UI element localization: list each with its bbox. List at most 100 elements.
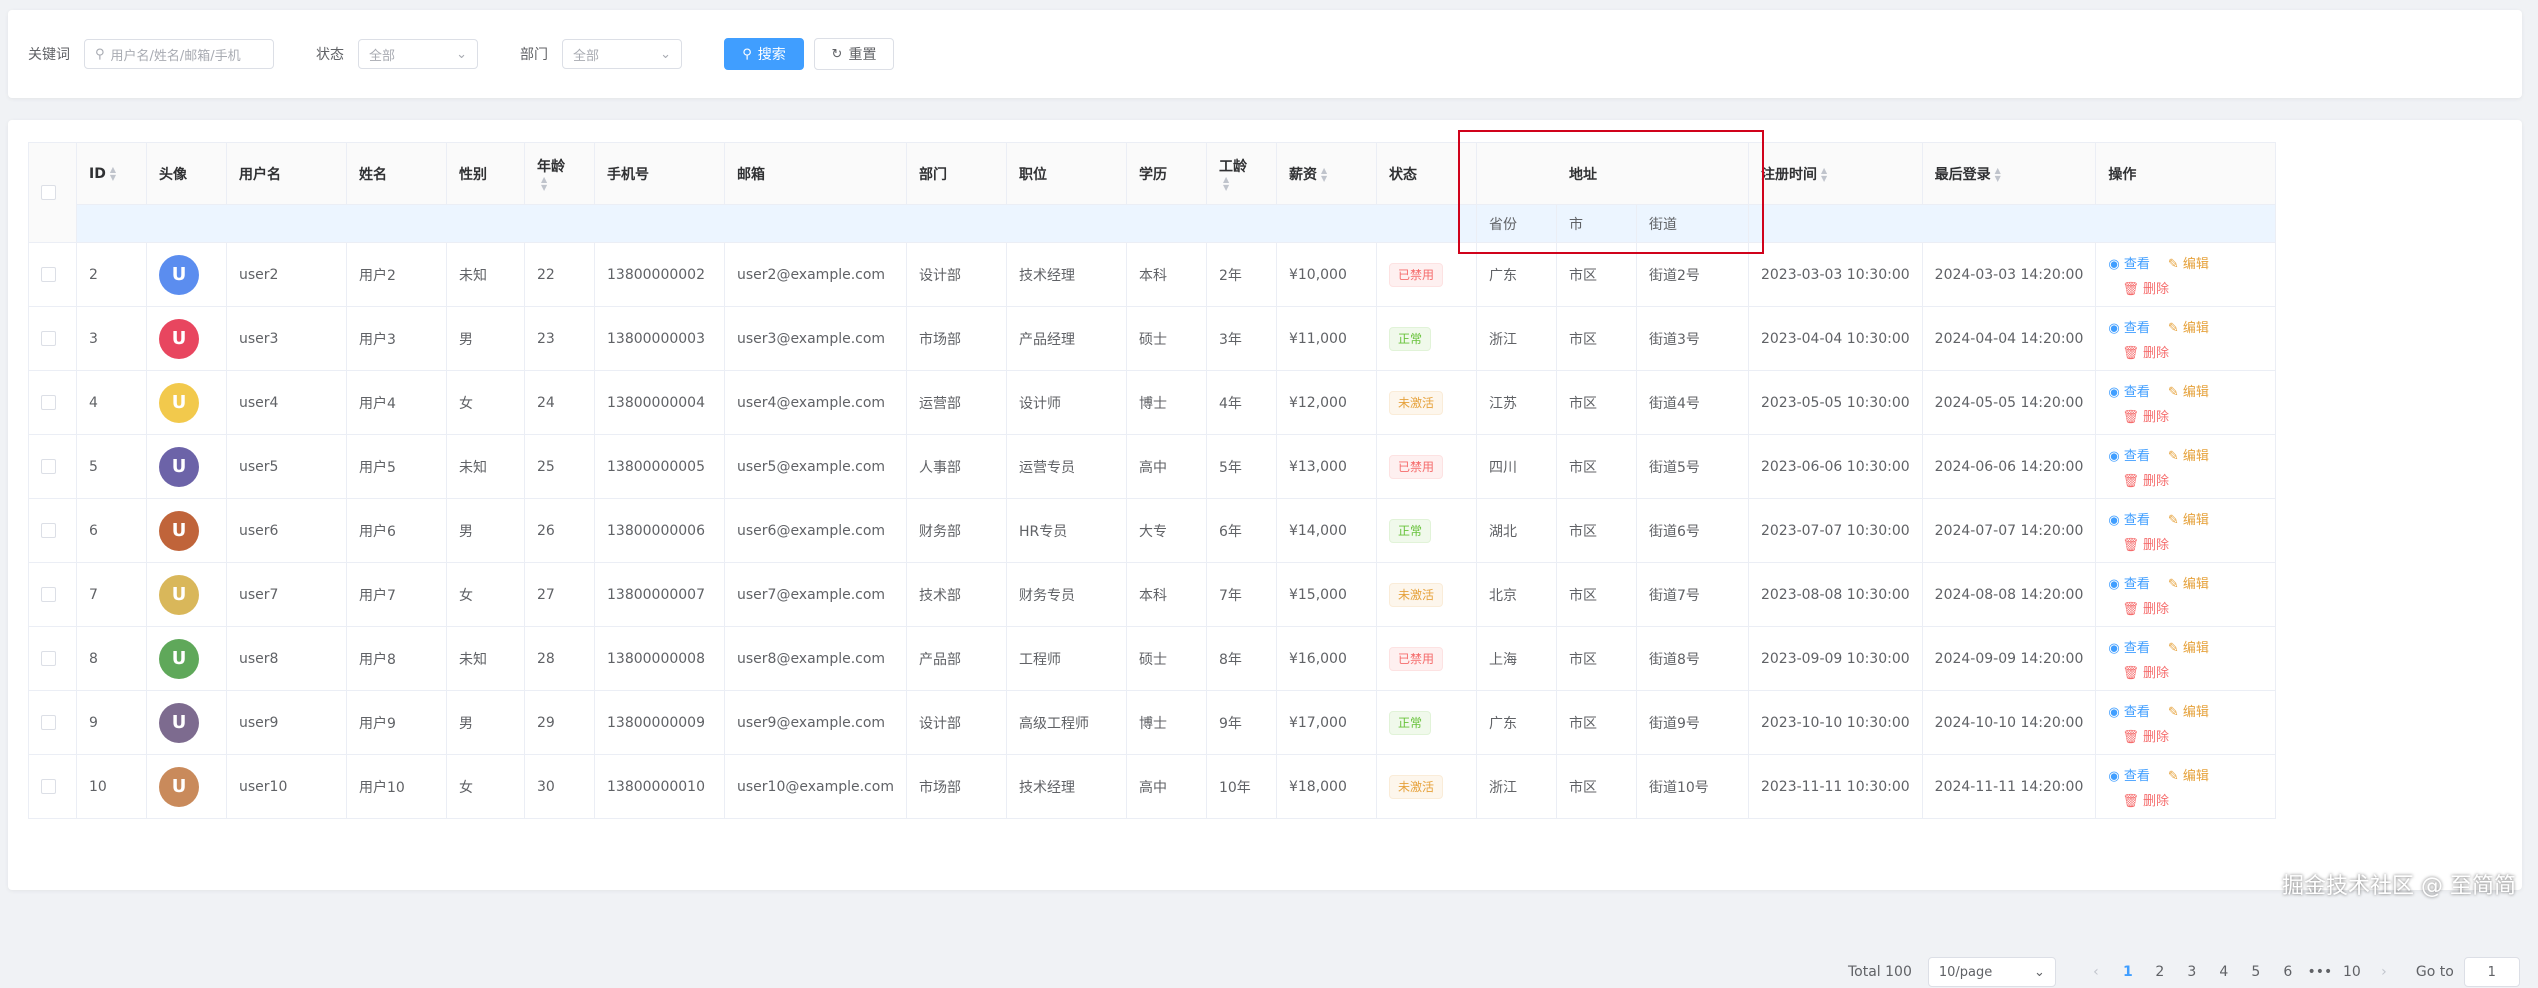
delete-button[interactable]: 🗑 删除 — [2122, 342, 2263, 361]
edit-icon: ✎ — [2167, 320, 2183, 336]
table-row: 8 Uuser8 用户8 未知 28 13800000008 user8@example.c… — [28, 626, 2277, 691]
cell-province: 四川 — [1475, 434, 1557, 499]
th-last-login[interactable]: 最后登录 ▲ ▼ — [1921, 142, 2097, 205]
cell-street: 街道3号 — [1635, 306, 1749, 371]
th-salary[interactable]: 薪资 ▲ ▼ — [1275, 142, 1377, 205]
page-item[interactable]: 5 — [2240, 964, 2272, 980]
avatar: U — [159, 446, 199, 487]
cell-edu: 本科 — [1125, 242, 1207, 307]
sort-icon[interactable]: ▲ ▼ — [1223, 175, 1229, 192]
th-work-years[interactable]: 工龄 ▲ ▼ — [1205, 142, 1277, 205]
edit-button[interactable]: ✎ 编辑 — [2168, 253, 2209, 272]
cell-salary: ¥15,000 — [1275, 562, 1377, 627]
row-checkbox[interactable] — [41, 779, 56, 794]
reset-button[interactable]: ↻ 重置 — [814, 38, 894, 70]
keyword-placeholder: 用户名/姓名/邮箱/手机 — [110, 48, 241, 64]
table-row: 3 Uuser3 用户3 男 23 13800000003 user3@example.co… — [28, 306, 2277, 371]
page-item[interactable]: 2 — [2144, 964, 2176, 980]
edit-button[interactable]: ✎ 编辑 — [2168, 765, 2209, 784]
th-gender: 性别 — [446, 142, 525, 205]
page-item[interactable]: 4 — [2208, 964, 2240, 980]
edit-button[interactable]: ✎ 编辑 — [2168, 381, 2209, 400]
delete-button[interactable]: 🗑 删除 — [2122, 790, 2263, 809]
edit-label: 编辑 — [2182, 384, 2209, 400]
keyword-input[interactable]: ⚲ 用户名/姓名/邮箱/手机 — [84, 39, 274, 69]
view-button[interactable]: ◉ 查看 — [2108, 701, 2150, 720]
row-checkbox[interactable] — [41, 395, 56, 410]
delete-button[interactable]: 🗑 删除 — [2122, 662, 2263, 681]
delete-button[interactable]: 🗑 删除 — [2122, 470, 2263, 489]
cell-actions: ◉ 查看 ✎ 编辑 🗑 删除 — [2095, 306, 2277, 371]
delete-label: 删除 — [2143, 281, 2170, 297]
sort-icon[interactable]: ▲ ▼ — [1321, 166, 1327, 183]
search-icon: ⚲ — [95, 46, 105, 62]
sort-icon[interactable]: ▲ ▼ — [110, 165, 116, 182]
view-button[interactable]: ◉ 查看 — [2108, 509, 2150, 528]
select-all-checkbox[interactable] — [41, 185, 56, 200]
delete-button[interactable]: 🗑 删除 — [2122, 726, 2263, 745]
view-button[interactable]: ◉ 查看 — [2108, 253, 2150, 272]
cell-username: user9 — [226, 690, 347, 755]
th-age[interactable]: 年龄 ▲ ▼ — [524, 142, 595, 205]
watermark: 掘金技术社区 @ 至简简 — [2282, 874, 2516, 899]
view-button[interactable]: ◉ 查看 — [2108, 317, 2150, 336]
row-checkbox[interactable] — [41, 651, 56, 666]
status-select[interactable]: 全部 ⌄ — [358, 39, 478, 69]
cell-salary: ¥12,000 — [1275, 370, 1377, 435]
row-checkbox[interactable] — [41, 587, 56, 602]
edit-button[interactable]: ✎ 编辑 — [2168, 509, 2209, 528]
edit-icon: ✎ — [2167, 448, 2183, 464]
delete-button[interactable]: 🗑 删除 — [2122, 598, 2263, 617]
row-checkbox[interactable] — [41, 267, 56, 282]
goto-input[interactable]: 1 — [2463, 957, 2520, 987]
th-register-time[interactable]: 注册时间 ▲ ▼ — [1747, 142, 1923, 205]
view-button[interactable]: ◉ 查看 — [2108, 765, 2150, 784]
delete-button[interactable]: 🗑 删除 — [2122, 278, 2263, 297]
edit-button[interactable]: ✎ 编辑 — [2168, 573, 2209, 592]
view-label: 查看 — [2123, 384, 2150, 400]
row-checkbox[interactable] — [41, 331, 56, 346]
search-button[interactable]: ⚲ 搜索 — [724, 38, 804, 70]
page-item[interactable]: 3 — [2176, 964, 2208, 980]
sort-icon[interactable]: ▲ ▼ — [1995, 166, 2001, 183]
edit-button[interactable]: ✎ 编辑 — [2168, 445, 2209, 464]
row-checkbox[interactable] — [41, 715, 56, 730]
cell-email: user9@example.com — [724, 690, 907, 755]
delete-button[interactable]: 🗑 删除 — [2122, 534, 2263, 553]
prev-page-icon[interactable]: ‹ — [2080, 964, 2112, 980]
view-button[interactable]: ◉ 查看 — [2108, 637, 2150, 656]
next-page-icon[interactable]: › — [2368, 964, 2400, 980]
page-last[interactable]: 10 — [2336, 964, 2368, 980]
view-button[interactable]: ◉ 查看 — [2108, 381, 2150, 400]
cell-gender: 女 — [446, 370, 525, 435]
edit-button[interactable]: ✎ 编辑 — [2168, 701, 2209, 720]
row-checkbox[interactable] — [41, 459, 56, 474]
view-button[interactable]: ◉ 查看 — [2108, 445, 2150, 464]
page-item[interactable]: 6 — [2272, 964, 2304, 980]
th-id[interactable]: ID ▲ ▼ — [76, 142, 147, 205]
cell-register-time: 2023-05-05 10:30:00 — [1747, 370, 1923, 435]
cell-username: user6 — [226, 498, 347, 563]
page-size-select[interactable]: 10/page ⌄ — [1927, 957, 2056, 987]
delete-button[interactable]: 🗑 删除 — [2122, 406, 2263, 425]
sort-icon[interactable]: ▲ ▼ — [1821, 166, 1827, 183]
edit-button[interactable]: ✎ 编辑 — [2168, 317, 2209, 336]
cell-street: 街道5号 — [1635, 434, 1749, 499]
row-checkbox[interactable] — [41, 523, 56, 538]
pagination-ellipsis[interactable]: ••• — [2304, 964, 2336, 980]
th-address: 地址 — [1475, 142, 1749, 205]
cell-actions: ◉ 查看 ✎ 编辑 🗑 删除 — [2095, 370, 2277, 435]
cell-province: 上海 — [1475, 626, 1557, 691]
page-item[interactable]: 1 — [2112, 964, 2144, 980]
view-button[interactable]: ◉ 查看 — [2108, 573, 2150, 592]
cell-dept: 人事部 — [905, 434, 1007, 499]
cell-status: 未激活 — [1375, 370, 1477, 435]
cell-position: 技术经理 — [1005, 242, 1127, 307]
avatar: U — [159, 382, 199, 423]
cell-age: 27 — [524, 562, 595, 627]
cell-name: 用户2 — [346, 242, 447, 307]
dept-select[interactable]: 全部 ⌄ — [562, 39, 682, 69]
edit-button[interactable]: ✎ 编辑 — [2168, 637, 2209, 656]
cell-email: user3@example.com — [724, 306, 907, 371]
sort-icon[interactable]: ▲ ▼ — [541, 175, 547, 192]
